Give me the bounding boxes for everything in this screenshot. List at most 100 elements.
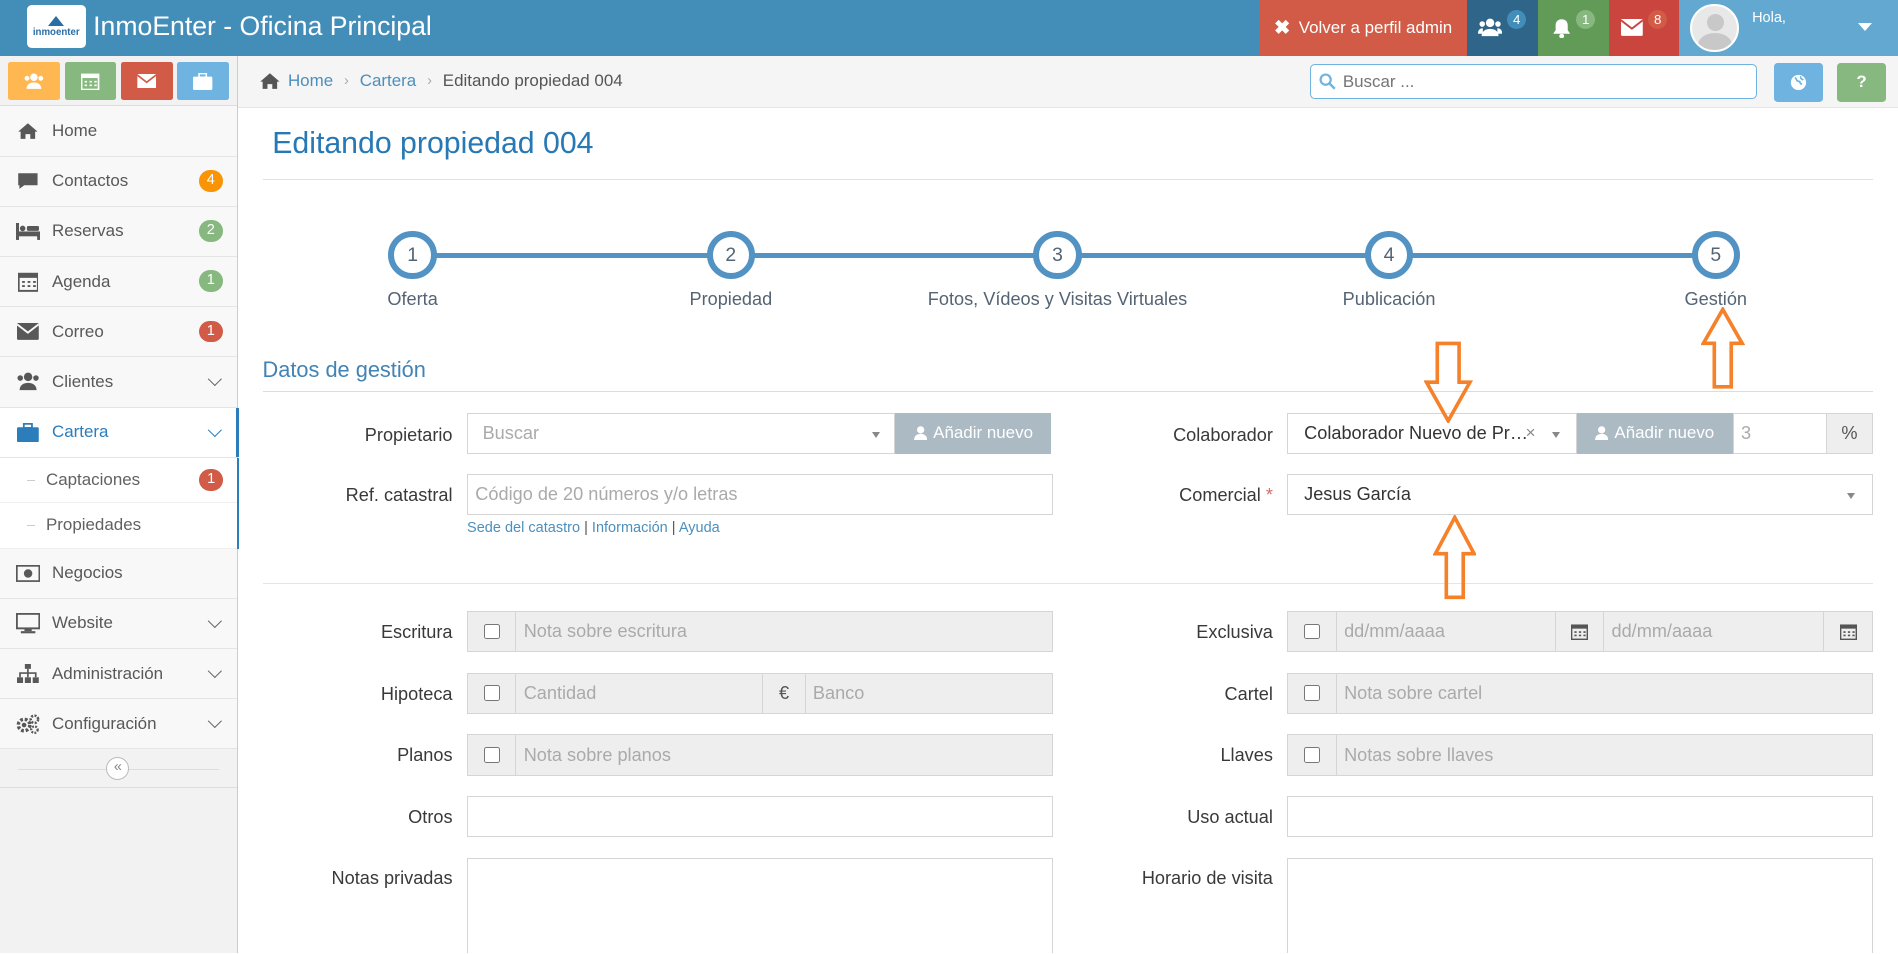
groups-button[interactable]: 4 — [1466, 0, 1538, 56]
back-to-admin-button[interactable]: ✖ Volver a perfil admin — [1259, 0, 1467, 56]
uso-actual-input[interactable] — [1287, 796, 1874, 838]
language-button[interactable] — [1773, 62, 1824, 102]
sidebar-item-configuracion[interactable]: Configuración — [0, 699, 238, 750]
otros-input[interactable] — [467, 796, 1053, 838]
clear-icon[interactable]: × — [1526, 423, 1536, 443]
brand-title[interactable]: InmoEnter - Oficina Principal — [93, 11, 432, 42]
colaborador-add-button[interactable]: Añadir nuevo — [1576, 412, 1733, 454]
calendar-addon[interactable] — [1823, 611, 1874, 653]
count-badge: 4 — [198, 169, 223, 192]
annotation-arrow-down-icon — [1424, 341, 1473, 424]
exclusiva-end-date-input[interactable]: dd/mm/aaaa — [1603, 611, 1825, 653]
briefcase-icon — [16, 422, 40, 442]
cartel-placeholder: Nota sobre cartel — [1344, 682, 1483, 703]
user-menu[interactable]: Hola, — [1679, 0, 1898, 56]
sidebar-subitem-propiedades[interactable]: Propiedades — [0, 503, 237, 549]
annotation-arrow-up-icon — [1432, 515, 1477, 600]
ayuda-link[interactable]: Ayuda — [679, 520, 720, 536]
exclusiva-checkbox[interactable] — [1304, 623, 1321, 640]
planos-placeholder: Nota sobre planos — [523, 744, 671, 765]
sidebar-item-cartera[interactable]: Cartera — [0, 407, 239, 458]
horario-visita-textarea[interactable] — [1287, 857, 1874, 954]
sidebar-item-reservas[interactable]: Reservas 2 — [0, 206, 238, 258]
calendar-icon — [1571, 624, 1589, 641]
wizard-step-label: Oferta — [387, 289, 438, 310]
wizard-step-5[interactable]: 5 — [1691, 231, 1740, 280]
wizard-step-2[interactable]: 2 — [706, 231, 756, 280]
wizard-step-4[interactable]: 4 — [1364, 231, 1414, 280]
sidebar-item-clientes[interactable]: Clientes — [0, 357, 238, 408]
planos-note-input[interactable]: Nota sobre planos — [515, 734, 1053, 776]
cartel-note-input[interactable]: Nota sobre cartel — [1335, 672, 1874, 714]
sidebar-item-administracion[interactable]: Administración — [0, 649, 238, 700]
cartel-checkbox-addon[interactable] — [1287, 672, 1338, 714]
escritura-note-input[interactable]: Nota sobre escritura — [515, 611, 1053, 653]
wizard-step-1[interactable]: 1 — [388, 231, 437, 280]
colaborador-label: Colaborador — [1173, 424, 1273, 445]
hipoteca-banco-input[interactable]: Banco — [804, 672, 1053, 714]
double-chevron-left-icon[interactable]: « — [106, 756, 130, 780]
exclusiva-checkbox-addon[interactable] — [1287, 611, 1338, 653]
link-separator: | — [671, 520, 676, 537]
sidebar-subitem-captaciones[interactable]: Captaciones 1 — [0, 458, 237, 504]
sidebar-item-home[interactable]: Home — [0, 106, 238, 157]
cartera-submenu: Captaciones 1 Propiedades — [0, 457, 239, 549]
euro-addon: € — [762, 672, 806, 714]
propietario-select[interactable]: Buscar — [467, 412, 896, 454]
wizard-step-3[interactable]: 3 — [1033, 231, 1082, 280]
close-icon: ✖ — [1274, 16, 1291, 39]
divider — [262, 390, 1874, 392]
calendar-addon[interactable] — [1554, 611, 1605, 653]
breadcrumb-home-link[interactable]: Home — [288, 71, 333, 91]
sidebar-item-agenda[interactable]: Agenda 1 — [0, 257, 238, 308]
sede-catastro-link[interactable]: Sede del catastro — [467, 520, 580, 536]
search-input[interactable] — [1342, 71, 1731, 92]
messages-button[interactable]: 8 — [1609, 0, 1680, 56]
notas-privadas-label: Notas privadas — [331, 867, 453, 888]
groups-count-badge: 4 — [1507, 9, 1527, 30]
date-placeholder: dd/mm/aaaa — [1611, 621, 1713, 642]
planos-checkbox-addon[interactable] — [467, 734, 517, 776]
llaves-checkbox[interactable] — [1304, 747, 1321, 763]
cartel-checkbox[interactable] — [1304, 685, 1321, 702]
cantidad-placeholder: Cantidad — [523, 682, 597, 703]
shortcut-mail-button[interactable] — [121, 61, 173, 101]
shortcut-briefcase-button[interactable] — [177, 61, 229, 101]
count-badge: 1 — [198, 270, 223, 293]
breadcrumb-cartera-link[interactable]: Cartera — [360, 71, 416, 91]
exclusiva-start-date-input[interactable]: dd/mm/aaaa — [1335, 611, 1557, 653]
sidebar-item-correo[interactable]: Correo 1 — [0, 307, 238, 358]
back-to-admin-label: Volver a perfil admin — [1298, 17, 1453, 37]
escritura-checkbox-addon[interactable] — [467, 611, 517, 653]
bed-icon — [15, 223, 40, 240]
hipoteca-checkbox-addon[interactable] — [467, 672, 517, 714]
notifications-button[interactable]: 1 — [1537, 0, 1610, 56]
sidebar-item-negocios[interactable]: Negocios — [0, 548, 238, 599]
sidebar-item-website[interactable]: Website — [0, 598, 238, 650]
brand-logo[interactable]: inmoenter — [26, 4, 86, 49]
planos-checkbox[interactable] — [483, 747, 500, 763]
hipoteca-checkbox[interactable] — [483, 685, 500, 702]
colaborador-percent-input[interactable]: 3 — [1732, 412, 1828, 454]
sidebar-item-label: Agenda — [52, 271, 111, 291]
link-separator: | — [584, 520, 588, 537]
notas-privadas-textarea[interactable] — [467, 857, 1053, 954]
escritura-checkbox[interactable] — [483, 623, 500, 640]
informacion-link[interactable]: Información — [592, 520, 668, 536]
sidebar-item-contactos[interactable]: Contactos 4 — [0, 156, 238, 207]
shortcut-users-button[interactable] — [8, 61, 60, 101]
llaves-note-input[interactable]: Notas sobre llaves — [1335, 734, 1874, 776]
divider — [262, 583, 1874, 585]
help-button[interactable]: ? — [1836, 62, 1887, 102]
annotation-arrow-up-icon — [1701, 307, 1745, 389]
search-box[interactable] — [1310, 64, 1757, 100]
ref-catastral-input[interactable]: Código de 20 números y/o letras — [467, 474, 1053, 516]
shortcut-calendar-button[interactable] — [64, 61, 117, 101]
divider — [262, 179, 1874, 180]
propietario-add-button[interactable]: Añadir nuevo — [895, 412, 1052, 454]
llaves-checkbox-addon[interactable] — [1287, 734, 1338, 776]
wizard-step-label: Publicación — [1342, 289, 1436, 310]
comercial-select[interactable]: Jesus García — [1287, 474, 1874, 516]
search-icon — [1319, 73, 1336, 90]
hipoteca-cantidad-input[interactable]: Cantidad — [515, 672, 764, 714]
